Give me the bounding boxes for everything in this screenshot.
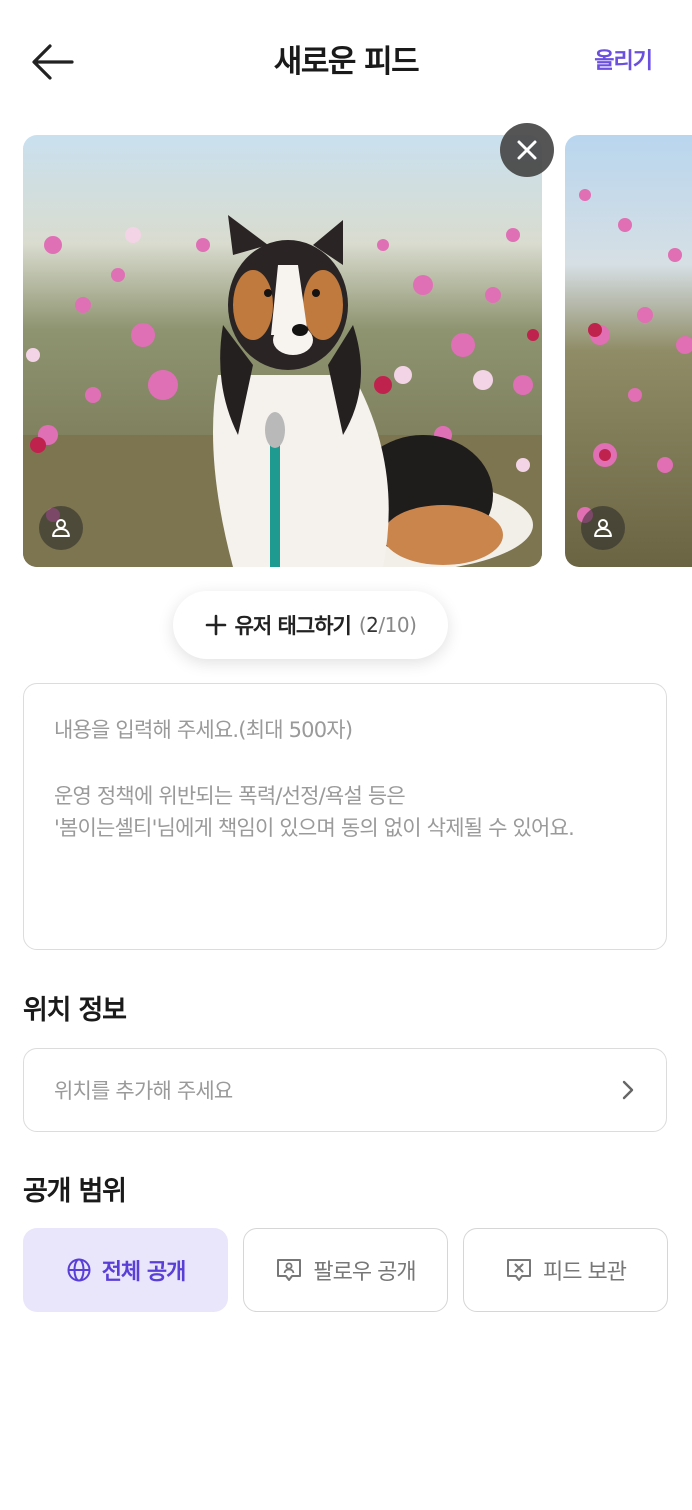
visibility-followers-button[interactable]: 팔로우 공개 — [243, 1228, 448, 1312]
person-icon — [52, 519, 70, 537]
visibility-public-label: 전체 공개 — [101, 1260, 187, 1285]
tag-users-label: 유저 태그하기 — [234, 614, 352, 638]
follower-chat-icon — [277, 1259, 302, 1281]
photo-dog[interactable] — [23, 135, 542, 567]
visibility-archive-button[interactable]: 피드 보관 — [463, 1228, 668, 1312]
person-icon — [594, 519, 612, 537]
visibility-followers-label: 팔로우 공개 — [313, 1260, 416, 1285]
remove-photo-button[interactable] — [500, 123, 554, 177]
flowers-photo-image — [565, 135, 692, 567]
archive-chat-icon — [507, 1259, 532, 1281]
upload-button[interactable]: 올리기 — [594, 44, 653, 80]
page-title: 새로운 피드 — [273, 44, 420, 80]
dog-photo-image — [23, 135, 542, 567]
location-placeholder: 위치를 추가해 주세요 — [54, 1079, 233, 1103]
visibility-public-button[interactable]: 전체 공개 — [23, 1228, 228, 1312]
tag-count: (2/10) — [358, 613, 417, 637]
close-icon — [517, 140, 537, 160]
content-placeholder-line1: 내용을 입력해 주세요.(최대 500자) — [54, 718, 353, 742]
tag-users-button[interactable]: 유저 태그하기 (2/10) — [173, 591, 448, 659]
globe-icon — [67, 1258, 91, 1282]
content-input[interactable]: 내용을 입력해 주세요.(최대 500자) 운영 정책에 위반되는 폭력/선정/… — [23, 683, 667, 950]
visibility-section-title: 공개 범위 — [23, 1176, 127, 1207]
location-section-title: 위치 정보 — [23, 995, 127, 1026]
content-placeholder-line3: '봄이는셸티'님에게 책임이 있으며 동의 없이 삭제될 수 있어요. — [54, 816, 575, 840]
location-field[interactable]: 위치를 추가해 주세요 — [23, 1048, 667, 1132]
tag-person-badge[interactable] — [39, 506, 83, 550]
content-placeholder-line2: 운영 정책에 위반되는 폭력/선정/욕설 등은 — [54, 784, 406, 808]
visibility-archive-label: 피드 보관 — [543, 1260, 627, 1285]
tag-person-badge[interactable] — [581, 506, 625, 550]
plus-icon — [205, 614, 226, 636]
photo-flowers[interactable] — [565, 135, 692, 567]
chevron-right-icon — [622, 1080, 634, 1100]
